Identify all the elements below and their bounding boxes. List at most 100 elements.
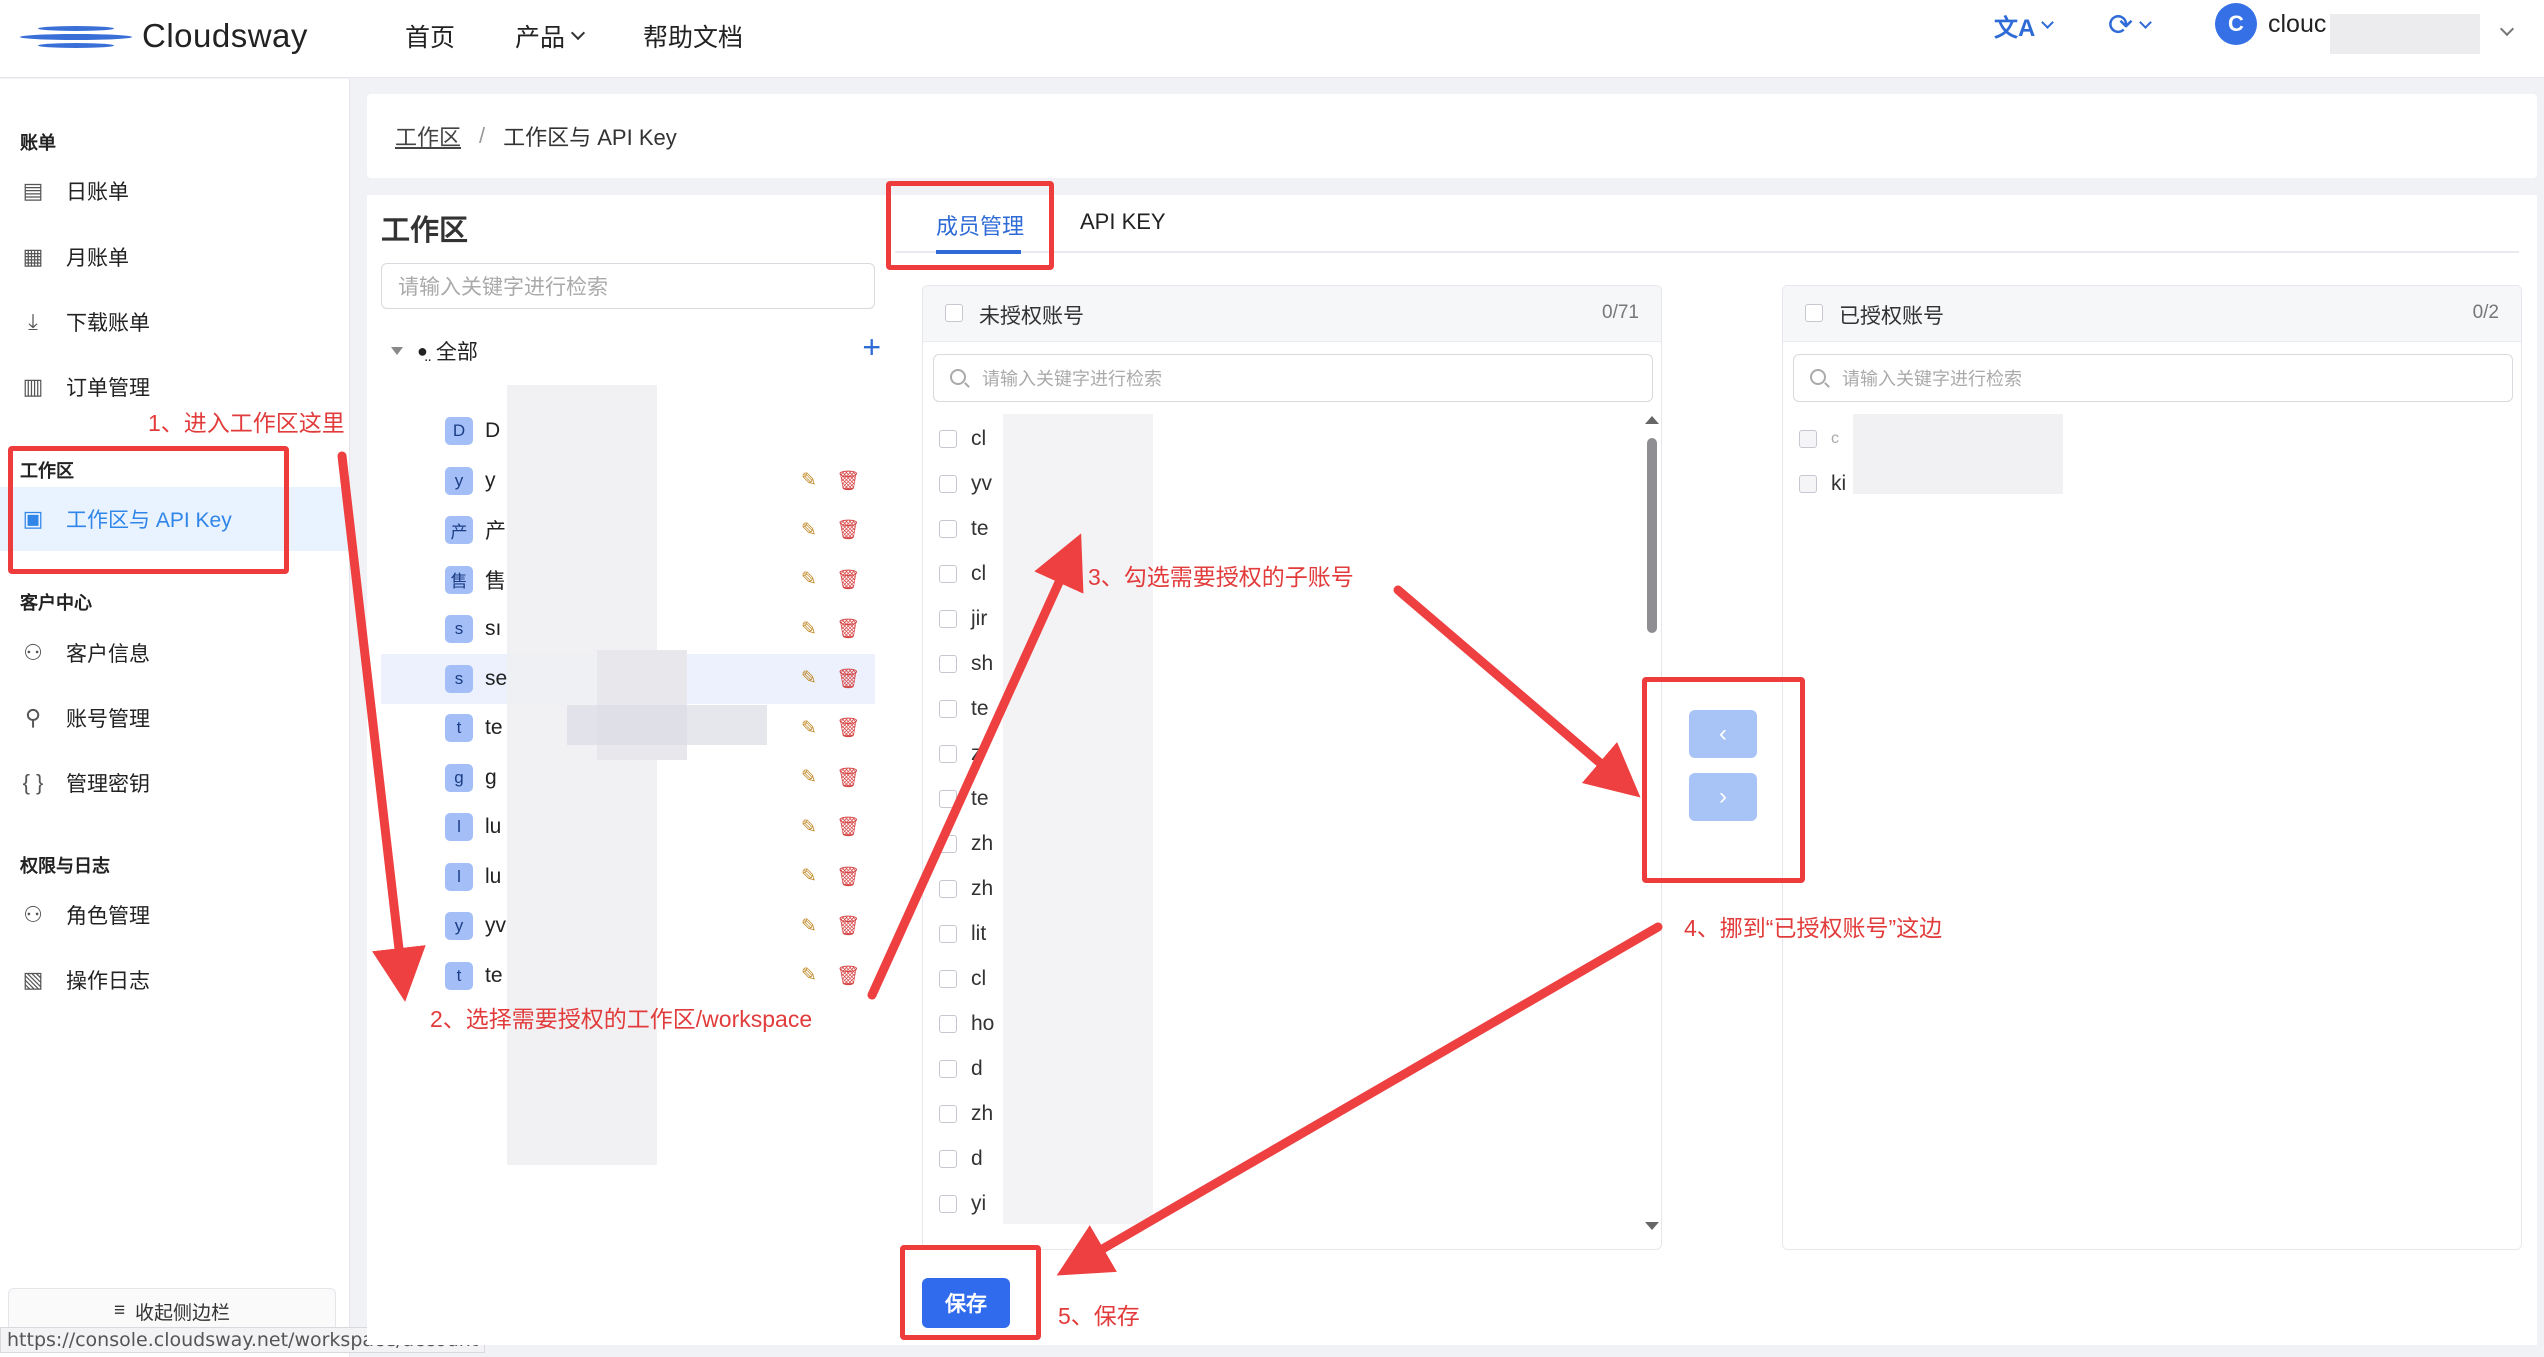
unauthorized-account-item[interactable]: cl [939,417,986,461]
account-checkbox[interactable] [939,1150,957,1168]
unauthorized-account-item[interactable]: zh [939,867,993,911]
account-checkbox[interactable] [939,745,957,763]
edit-icon[interactable]: ✎ [801,469,817,492]
sidebar-item-operation-logs[interactable]: ▧ 操作日志 [0,948,350,1012]
unauthorized-account-item[interactable]: te [939,507,989,551]
delete-icon[interactable]: 🗑 [836,865,860,889]
delete-icon[interactable]: 🗑 [836,766,860,790]
user-name[interactable]: clouc [2268,10,2326,39]
tab-api-key[interactable]: API KEY [1080,209,1166,235]
add-workspace-icon[interactable]: + [862,329,881,366]
account-checkbox[interactable] [939,925,957,943]
account-checkbox[interactable] [939,1060,957,1078]
sidebar-item-daily-bill[interactable]: ▤ 日账单 [0,159,350,223]
account-checkbox[interactable] [939,970,957,988]
sidebar-item-account-management[interactable]: ⚲ 账号管理 [0,686,350,750]
brand-logo[interactable]: Cloudsway [20,16,308,56]
select-all-authorized-checkbox[interactable] [1805,304,1823,322]
user-menu-chevron-icon[interactable] [2499,21,2515,37]
workspace-badge: l [445,813,473,841]
account-checkbox[interactable] [939,700,957,718]
unauthorized-account-item[interactable]: d [939,1137,983,1181]
top-bar: Cloudsway 首页 产品 帮助文档 文A ⟳ C clouc [0,0,2544,78]
edit-icon[interactable]: ✎ [801,766,817,789]
delete-icon[interactable]: 🗑 [836,964,860,988]
edit-icon[interactable]: ✎ [801,717,817,740]
authorized-account-item[interactable]: c [1799,417,1839,461]
scroll-thumb[interactable] [1647,438,1657,633]
sidebar-item-manage-keys[interactable]: { } 管理密钥 [0,751,350,815]
delete-icon[interactable]: 🗑 [836,815,860,839]
sidebar-item-monthly-bill[interactable]: ▦ 月账单 [0,225,350,289]
account-checkbox[interactable] [939,655,957,673]
breadcrumb-workspace-link[interactable]: 工作区 [395,120,461,152]
unauthorized-account-item[interactable]: jir [939,597,987,641]
account-checkbox[interactable] [939,790,957,808]
select-all-unauthorized-checkbox[interactable] [945,304,963,322]
account-checkbox[interactable] [939,1195,957,1213]
delete-icon[interactable]: 🗑 [836,914,860,938]
unauthorized-account-item[interactable]: lit [939,912,986,956]
edit-icon[interactable]: ✎ [801,915,817,938]
sidebar-item-roles[interactable]: ⚇ 角色管理 [0,883,350,947]
account-name: z [971,742,982,765]
account-name: zh [971,877,994,900]
account-checkbox[interactable] [1799,475,1817,493]
delete-icon[interactable]: 🗑 [836,518,860,542]
delete-icon[interactable]: 🗑 [836,716,860,740]
workspace-name: y [485,468,496,492]
nav-home[interactable]: 首页 [405,18,455,54]
delete-icon[interactable]: 🗑 [836,469,860,493]
edit-icon[interactable]: ✎ [801,618,817,641]
language-switch[interactable]: 文A [1994,8,2055,43]
unauthorized-account-item[interactable]: yi [939,1182,986,1226]
region-switch[interactable]: ⟳ [2108,8,2153,43]
unauthorized-account-item[interactable]: d [939,1047,983,1091]
account-checkbox[interactable] [939,610,957,628]
authorized-account-item[interactable]: ki [1799,462,1846,506]
edit-icon[interactable]: ✎ [801,865,817,888]
account-checkbox[interactable] [939,520,957,538]
nav-products[interactable]: 产品 [515,18,586,54]
unauthorized-account-item[interactable]: ho [939,1002,994,1046]
unauthorized-account-item[interactable]: zh [939,1092,993,1136]
delete-icon[interactable]: 🗑 [836,667,860,691]
unauthorized-account-item[interactable]: cl [939,552,986,596]
edit-icon[interactable]: ✎ [801,667,817,690]
delete-icon[interactable]: 🗑 [836,617,860,641]
account-checkbox[interactable] [939,475,957,493]
account-checkbox[interactable] [939,1105,957,1123]
delete-icon[interactable]: 🗑 [836,568,860,592]
scroll-up-icon[interactable] [1645,416,1659,424]
account-checkbox[interactable] [939,835,957,853]
edit-icon[interactable]: ✎ [801,519,817,542]
unauthorized-account-item[interactable]: yv [939,462,992,506]
unauthorized-account-item[interactable]: z [939,732,982,776]
account-checkbox[interactable] [939,430,957,448]
unauthorized-account-item[interactable]: cl [939,957,986,1001]
user-avatar[interactable]: C [2215,3,2257,45]
edit-icon[interactable]: ✎ [801,568,817,591]
account-checkbox[interactable] [1799,430,1817,448]
account-checkbox[interactable] [939,880,957,898]
scroll-down-icon[interactable] [1645,1222,1659,1230]
unauthorized-account-item[interactable]: te [939,777,989,821]
account-checkbox[interactable] [939,565,957,583]
unauthorized-account-item[interactable]: sh [939,642,993,686]
unauthorized-search-input[interactable]: 请输入关键字进行检索 [933,354,1653,402]
workspace-badge: s [445,615,473,643]
authorized-search-input[interactable]: 请输入关键字进行检索 [1793,354,2513,402]
unauthorized-account-item[interactable]: zh [939,822,993,866]
workspace-tree-root[interactable]: ●̤ 全部 + [391,329,881,369]
translate-icon: 文A [1994,15,2036,42]
sidebar-item-customer-info[interactable]: ⚇ 客户信息 [0,621,350,685]
account-name: lit [971,922,987,945]
account-checkbox[interactable] [939,1015,957,1033]
account-name: te [971,787,989,810]
edit-icon[interactable]: ✎ [801,964,817,987]
nav-help-docs[interactable]: 帮助文档 [643,18,743,54]
workspace-search-input[interactable]: 请输入关键字进行检索 [381,263,875,309]
sidebar-item-download-bill[interactable]: ⤓ 下载账单 [0,290,350,354]
unauthorized-account-item[interactable]: te [939,687,989,731]
edit-icon[interactable]: ✎ [801,816,817,839]
